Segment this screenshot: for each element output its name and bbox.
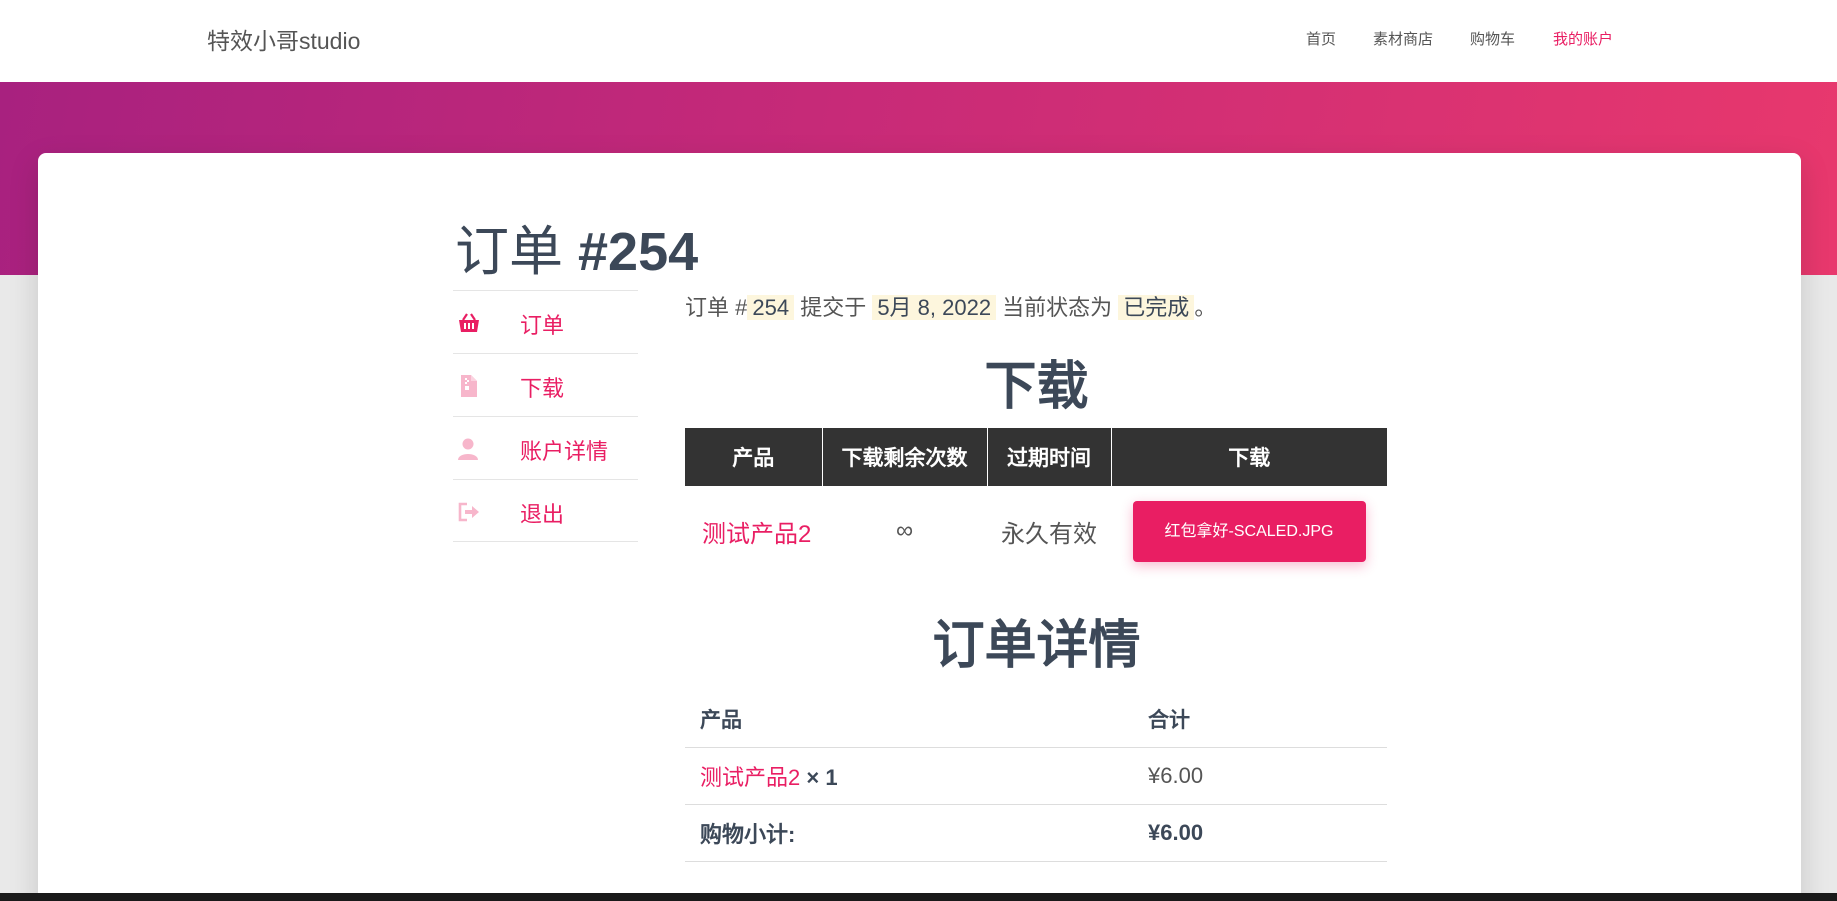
order-details-table: 产品 合计 测试产品2 × 1 ¥6.00 购物小计: ¥6.00 <box>685 691 1387 862</box>
sidebar-item-label: 订单 <box>520 313 565 338</box>
summary-text: 提交于 <box>794 295 873 320</box>
sidebar-item-label: 下载 <box>520 376 565 401</box>
order-date: 5月 8, 2022 <box>872 295 997 320</box>
nav-home[interactable]: 首页 <box>1306 28 1336 49</box>
order-number: 254 <box>747 295 795 320</box>
summary-text: 。 <box>1194 295 1217 320</box>
user-icon <box>458 438 478 460</box>
column-header: 过期时间 <box>987 428 1112 486</box>
subtotal-label: 购物小计: <box>685 804 1133 862</box>
nav-cart[interactable]: 购物车 <box>1470 28 1515 49</box>
subtotal-value: ¥6.00 <box>1133 804 1387 862</box>
top-navbar: 特效小哥studio 首页 素材商店 购物车 我的账户 <box>0 0 1837 82</box>
column-header: 下载 <box>1111 428 1387 486</box>
sign-out-icon <box>458 502 479 522</box>
sidebar-item-downloads[interactable]: 下载 <box>453 353 638 416</box>
download-file-button[interactable]: 红包拿好-SCALED.JPG <box>1132 500 1366 562</box>
downloads-title: 下载 <box>984 358 1089 416</box>
expiry: 永久有效 <box>1001 520 1097 548</box>
file-icon <box>461 375 477 397</box>
page-title: 订单 #254 <box>455 207 698 286</box>
order-item-link[interactable]: 测试产品2 <box>700 765 800 790</box>
order-summary: 订单 #254 提交于 5月 8, 2022 当前状态为 已完成。 <box>685 290 1388 326</box>
table-row: 购物小计: ¥6.00 <box>685 804 1387 862</box>
order-item-qty: × 1 <box>800 764 838 790</box>
order-content: 订单 #254 提交于 5月 8, 2022 当前状态为 已完成。 下载 产品 … <box>685 290 1388 862</box>
remaining-downloads: ∞ <box>895 517 914 544</box>
summary-text: 订单 # <box>685 295 748 320</box>
sidebar-item-orders[interactable]: 订单 <box>453 290 638 353</box>
table-row: 测试产品2 × 1 ¥6.00 <box>685 747 1387 805</box>
bottom-bar <box>0 893 1837 901</box>
nav-shop[interactable]: 素材商店 <box>1373 28 1433 49</box>
sidebar-item-label: 账户详情 <box>520 439 609 464</box>
table-row: 测试产品2 ∞ 永久有效 红包拿好-SCALED.JPG <box>685 486 1387 576</box>
nav-my-account[interactable]: 我的账户 <box>1553 28 1613 49</box>
basket-icon <box>459 313 479 332</box>
order-item-total: ¥6.00 <box>1133 747 1387 805</box>
page-title-prefix: 订单 <box>455 220 563 283</box>
column-header: 产品 <box>685 428 823 486</box>
table-header-row: 产品 下载剩余次数 过期时间 下载 <box>685 428 1387 486</box>
account-sidebar: 订单 下载 账户详情 退出 <box>453 290 638 542</box>
table-header-row: 产品 合计 <box>685 691 1387 748</box>
downloads-table: 产品 下载剩余次数 过期时间 下载 测试产品2 ∞ 永久有效 红包拿好-SCAL… <box>685 428 1387 576</box>
sidebar-item-account-details[interactable]: 账户详情 <box>453 416 638 479</box>
column-header: 下载剩余次数 <box>822 428 988 486</box>
product-link[interactable]: 测试产品2 <box>685 486 822 576</box>
order-details-title: 订单详情 <box>932 617 1141 675</box>
brand-logo[interactable]: 特效小哥studio <box>207 22 360 56</box>
page-title-number: #254 <box>578 222 699 282</box>
sidebar-item-label: 退出 <box>520 502 565 527</box>
sidebar-item-logout[interactable]: 退出 <box>453 479 638 542</box>
column-header: 产品 <box>685 691 1133 748</box>
summary-text: 当前状态为 <box>996 295 1119 320</box>
order-status: 已完成 <box>1118 295 1195 320</box>
column-header: 合计 <box>1133 691 1387 748</box>
